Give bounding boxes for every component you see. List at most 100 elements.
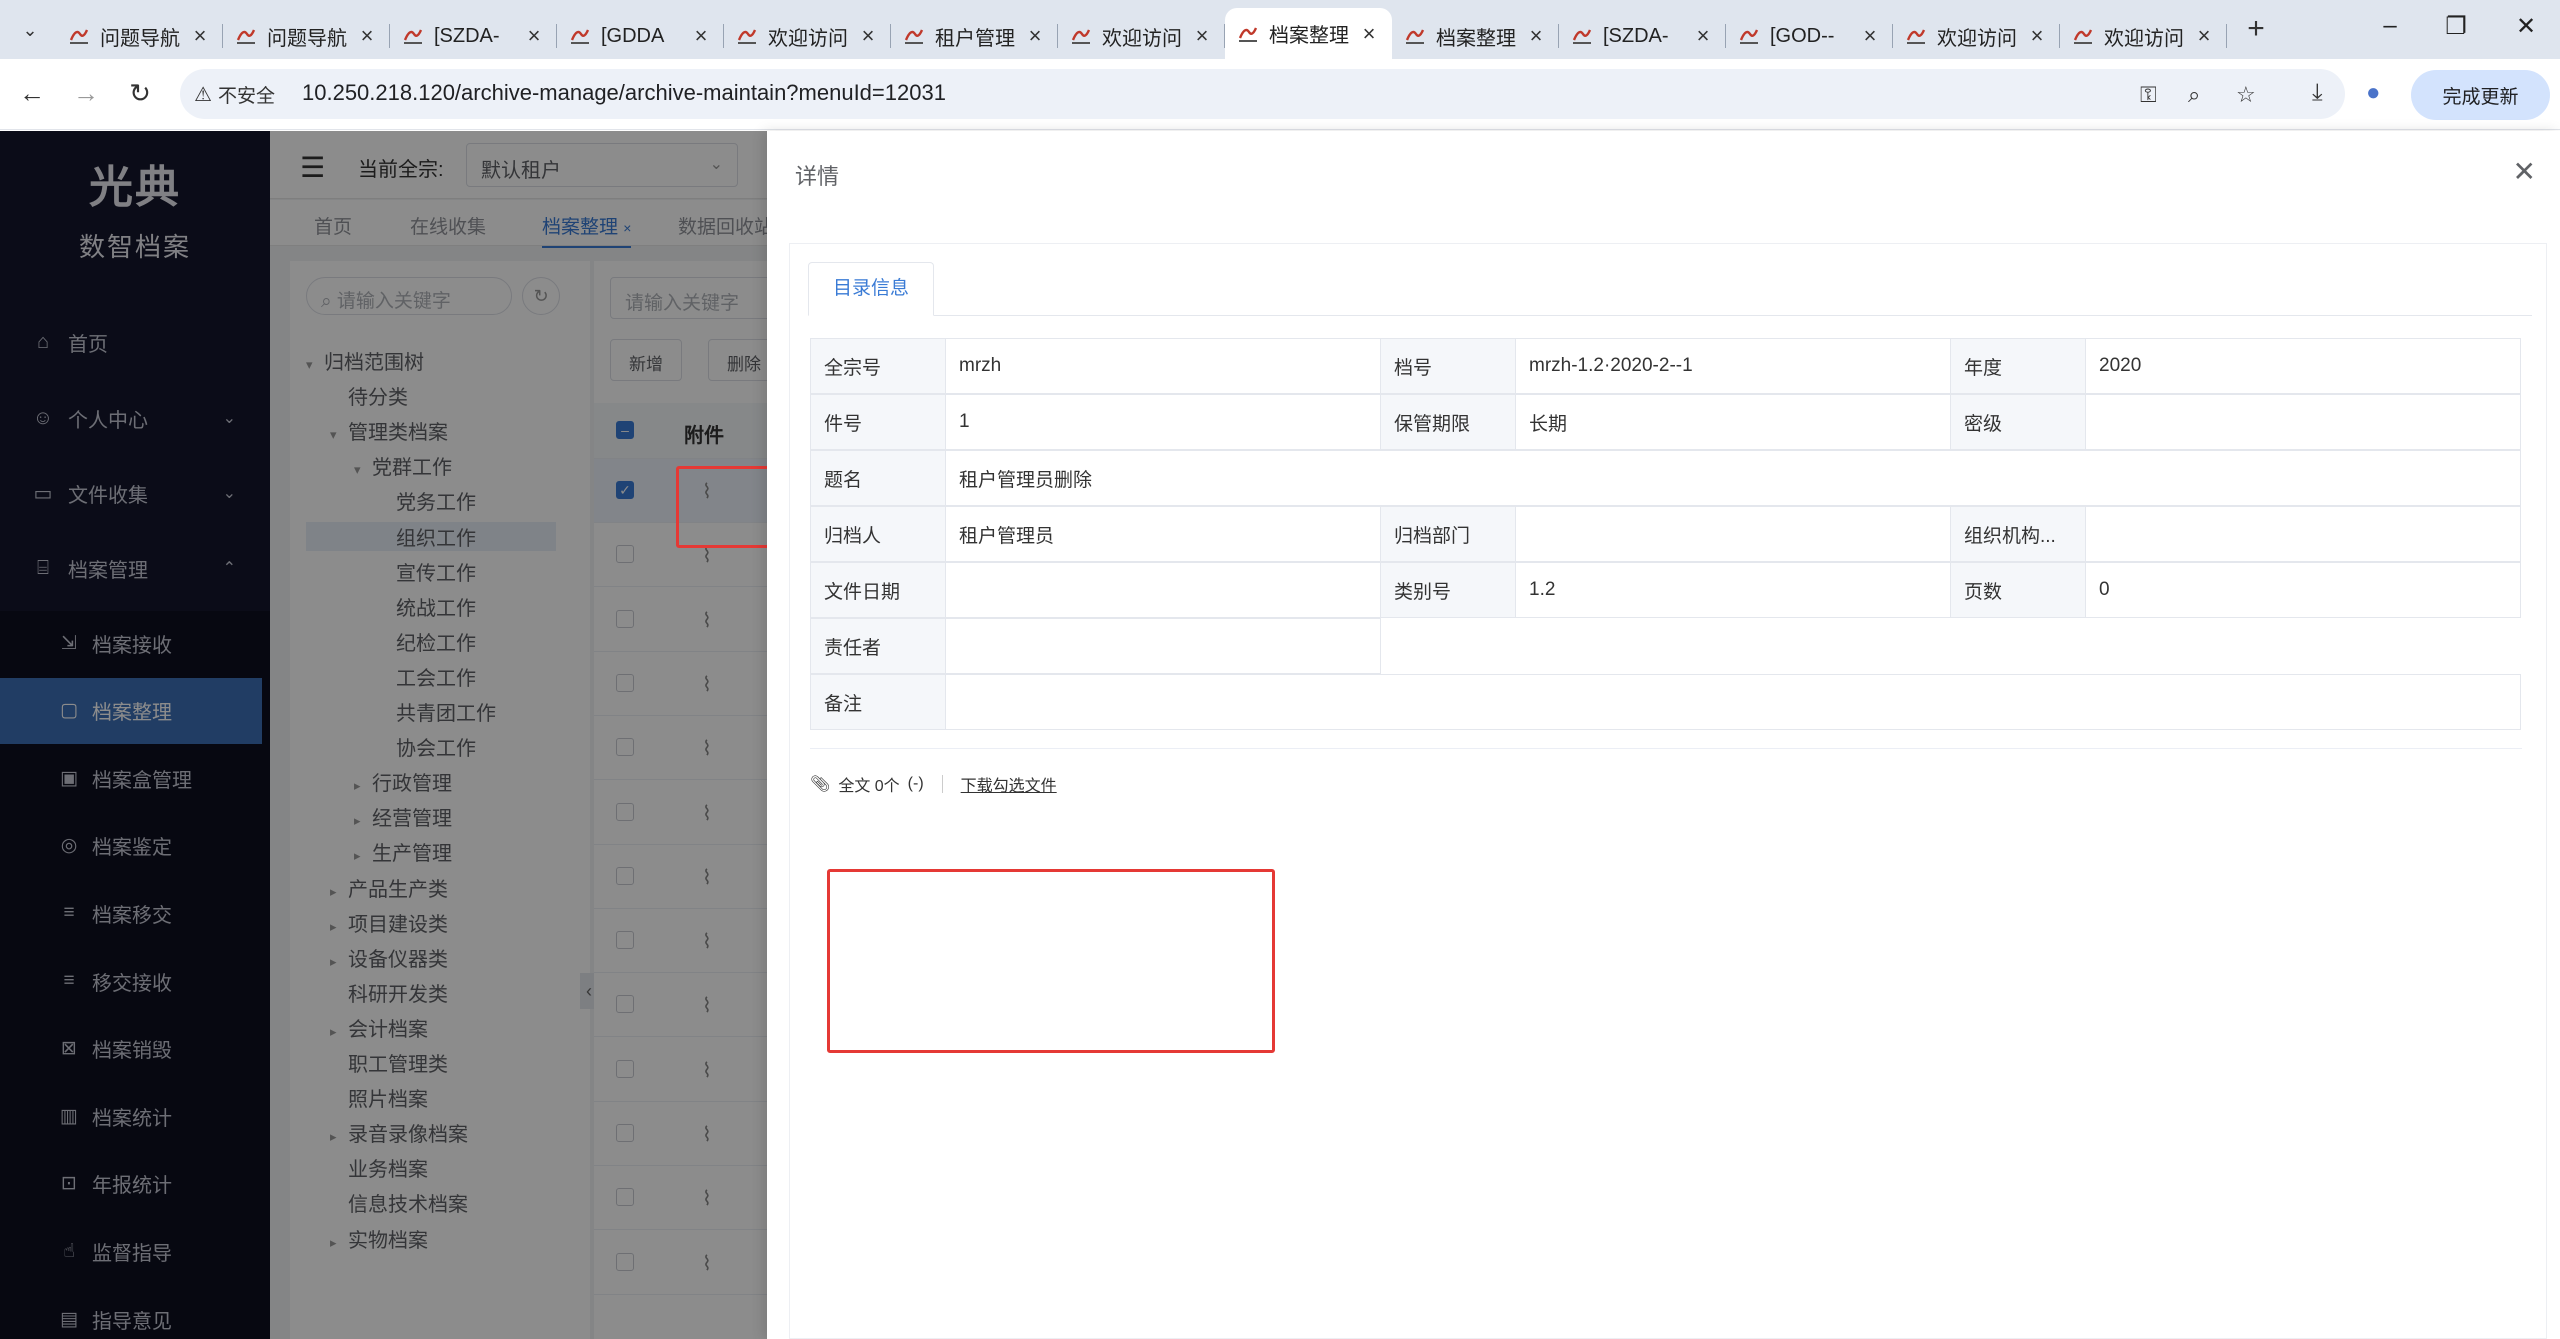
site-favicon-icon — [402, 25, 424, 47]
bookmark-star-icon[interactable]: ☆ — [2236, 82, 2256, 108]
download-selected-link[interactable]: 下载勾选文件 — [961, 772, 1057, 796]
jianhao-value: 1 — [945, 394, 1381, 450]
browser-tab-3[interactable]: [GDDA × — [557, 14, 724, 58]
beizhu-label: 备注 — [810, 674, 946, 730]
tab-close-icon[interactable]: × — [523, 23, 545, 49]
miji-label: 密级 — [1950, 394, 2086, 450]
tab-close-icon[interactable]: × — [356, 23, 378, 49]
drawer-title: 详情 — [795, 164, 840, 189]
browser-tab-8[interactable]: 档案整理 × — [1392, 14, 1559, 58]
tab-close-icon[interactable]: × — [1358, 21, 1380, 47]
beizhu-value — [945, 674, 2521, 730]
leibiehao-label: 类别号 — [1380, 562, 1516, 618]
browser-tab-4[interactable]: 欢迎访问 × — [724, 14, 891, 58]
browser-tab-1[interactable]: 问题导航 × — [223, 14, 390, 58]
highlight-box-attachment — [676, 466, 770, 548]
update-button[interactable]: 完成更新 — [2411, 70, 2550, 120]
baoguan-label: 保管期限 — [1380, 394, 1516, 450]
address-bar[interactable]: ⚠ 不安全 10.250.218.120/archive-manage/arch… — [180, 69, 2345, 119]
site-favicon-icon — [235, 25, 257, 47]
site-favicon-icon — [2072, 25, 2094, 47]
tab-title: 欢迎访问 — [1102, 27, 1182, 50]
tab-close-icon[interactable]: × — [1191, 23, 1213, 49]
new-tab-plus-icon[interactable]: + — [2240, 12, 2272, 46]
tab-close-icon[interactable]: × — [690, 23, 712, 49]
tab-close-icon[interactable]: × — [1859, 23, 1881, 49]
tab-title: [SZDA- — [1603, 24, 1669, 47]
back-arrow-icon[interactable]: ← — [14, 75, 50, 111]
browser-tab-5[interactable]: 租户管理 × — [891, 14, 1058, 58]
tab-title: [GDDA — [601, 24, 665, 47]
password-key-icon[interactable]: ⚿ — [2140, 82, 2157, 108]
browser-tab-9[interactable]: [SZDA- × — [1559, 14, 1726, 58]
tab-divider — [808, 315, 2532, 316]
tab-close-icon[interactable]: × — [2193, 23, 2215, 49]
browser-tab-11[interactable]: 欢迎访问 × — [1893, 14, 2060, 58]
warning-triangle-icon: ⚠ — [194, 84, 212, 106]
browser-tab-12[interactable]: 欢迎访问 × — [2060, 14, 2227, 58]
zuzhijigou-value — [2085, 506, 2521, 562]
tab-close-icon[interactable]: × — [189, 23, 211, 49]
not-secure-indicator[interactable]: ⚠ 不安全 — [194, 81, 275, 108]
not-secure-label: 不安全 — [217, 86, 275, 107]
window-close-icon[interactable]: ✕ — [2506, 12, 2546, 41]
niandu-label: 年度 — [1950, 338, 2086, 394]
niandu-value: 2020 — [2085, 338, 2521, 394]
site-favicon-icon — [736, 25, 758, 47]
drawer-body: 目录信息 全宗号 mrzh 档号 mrzh-1.2·2020-2--1 年度 2… — [789, 243, 2547, 1339]
miji-value — [2085, 394, 2521, 450]
site-favicon-icon — [1404, 25, 1426, 47]
browser-tab-2[interactable]: [SZDA- × — [390, 14, 557, 58]
site-favicon-icon — [569, 25, 591, 47]
yeshu-value: 0 — [2085, 562, 2521, 618]
baoguan-value: 长期 — [1515, 394, 1951, 450]
fulltext-toolbar: 📎︎ 全文 0个 (-) 下载勾选文件 — [810, 772, 1057, 796]
browser-tab-7[interactable]: 档案整理 × — [1225, 8, 1392, 59]
paperclip-icon: 📎︎ — [810, 776, 831, 793]
guidangbumen-label: 归档部门 — [1380, 506, 1516, 562]
timing-label: 题名 — [810, 450, 946, 506]
browser-tabstrip: ⌄ 问题导航 × 问题导航 × [SZDA- × [GDDA × 欢迎访问 × 租户管理 × 欢迎访问 ×… — [0, 0, 2560, 59]
forward-arrow-icon[interactable]: → — [68, 75, 104, 111]
tab-close-icon[interactable]: × — [2026, 23, 2048, 49]
site-favicon-icon — [903, 25, 925, 47]
timing-value: 租户管理员删除 — [945, 450, 2521, 506]
detail-drawer: 详情 ✕ 目录信息 全宗号 mrzh 档号 mrzh-1.2·2020-2--1… — [767, 131, 2560, 1339]
url-text[interactable]: 10.250.218.120/archive-manage/archive-ma… — [302, 80, 946, 106]
close-icon[interactable]: ✕ — [2513, 155, 2536, 188]
tab-close-icon[interactable]: × — [857, 23, 879, 49]
quanzong-value: mrzh — [945, 338, 1381, 394]
tab-title: 欢迎访问 — [2104, 27, 2184, 50]
tab-close-icon[interactable]: × — [1525, 23, 1547, 49]
tab-catalog-info[interactable]: 目录信息 — [808, 262, 934, 316]
browser-toolbar: ← → ↻ ⚠ 不安全 10.250.218.120/archive-manag… — [0, 59, 2560, 130]
modal-mask[interactable] — [0, 131, 767, 1339]
leibiehao-value: 1.2 — [1515, 562, 1951, 618]
zoom-icon[interactable]: ⌕ — [2188, 82, 2200, 108]
browser-tab-10[interactable]: [GOD-- × — [1726, 14, 1893, 58]
download-icon[interactable]: ⤓ — [2312, 79, 2323, 107]
reload-icon[interactable]: ↻ — [122, 75, 158, 111]
minimize-icon[interactable]: – — [2370, 12, 2410, 40]
jianhao-label: 件号 — [810, 394, 946, 450]
tab-close-icon[interactable]: × — [1692, 23, 1714, 49]
tab-title: [SZDA- — [434, 24, 500, 47]
tab-title: [GOD-- — [1770, 24, 1835, 47]
guidangbumen-value — [1515, 506, 1951, 562]
wenjianriqi-label: 文件日期 — [810, 562, 946, 618]
tab-search-chevron-icon[interactable]: ⌄ — [14, 14, 46, 46]
browser-tab-0[interactable]: 问题导航 × — [56, 14, 223, 58]
site-favicon-icon — [68, 25, 90, 47]
tab-close-icon[interactable]: × — [1024, 23, 1046, 49]
quanzong-label: 全宗号 — [810, 338, 946, 394]
tab-title: 档案整理 — [1436, 27, 1516, 50]
tab-title: 档案整理 — [1269, 25, 1349, 47]
profile-avatar-icon[interactable]: ● — [2366, 79, 2381, 107]
highlight-box-file-area — [827, 869, 1275, 1053]
restore-icon[interactable]: ❐ — [2436, 12, 2476, 41]
browser-tab-6[interactable]: 欢迎访问 × — [1058, 14, 1225, 58]
guidangren-value: 租户管理员 — [945, 506, 1381, 562]
zuzhijigou-label: 组织机构... — [1950, 506, 2086, 562]
danghao-label: 档号 — [1380, 338, 1516, 394]
site-favicon-icon — [1905, 25, 1927, 47]
